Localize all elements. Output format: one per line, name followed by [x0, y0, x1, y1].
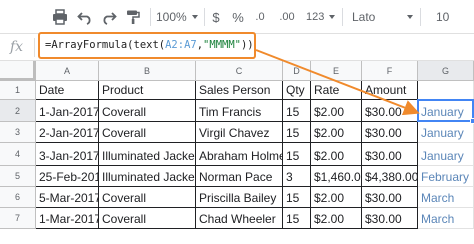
- month-result-cell[interactable]: January: [418, 122, 474, 143]
- table-cell[interactable]: 15: [283, 122, 311, 143]
- month-result-cell[interactable]: February: [418, 166, 474, 187]
- table-cell[interactable]: $30.00: [362, 208, 418, 229]
- redo-icon[interactable]: [98, 5, 120, 29]
- table-cell[interactable]: $30.00: [362, 143, 418, 166]
- select-all-corner[interactable]: [0, 61, 36, 81]
- header-cell[interactable]: Qty: [283, 81, 311, 100]
- formula-suffix: )): [240, 39, 254, 51]
- formula-prefix: =ArrayFormula(text(: [45, 39, 166, 51]
- column-header-a[interactable]: A: [36, 61, 99, 81]
- chevron-down-icon: [329, 15, 336, 19]
- table-cell[interactable]: Coverall: [99, 208, 196, 229]
- more-formats-label: 123: [306, 11, 325, 23]
- undo-icon[interactable]: [74, 5, 96, 29]
- table-cell[interactable]: Abraham Holmes: [196, 143, 283, 166]
- toolbar-divider: [420, 8, 421, 26]
- table-cell[interactable]: 3: [283, 166, 311, 187]
- column-header-d[interactable]: D: [283, 61, 311, 81]
- grid-cell[interactable]: [418, 81, 474, 100]
- row-header-4[interactable]: 4: [0, 143, 36, 166]
- table-cell[interactable]: Norman Pace: [196, 166, 283, 187]
- font-size-value: 10: [436, 10, 450, 24]
- table-cell[interactable]: Coverall: [99, 122, 196, 143]
- row-header-7[interactable]: 7: [0, 208, 36, 229]
- increase-decimal-button[interactable]: .00: [274, 5, 300, 29]
- formula-bar-divider: [34, 38, 35, 57]
- table-cell[interactable]: 15: [283, 208, 311, 229]
- month-result-cell[interactable]: January: [418, 143, 474, 166]
- toolbar-divider: [342, 8, 343, 26]
- table-cell[interactable]: 15: [283, 187, 311, 208]
- table-cell[interactable]: Illuminated Jacket: [99, 166, 196, 187]
- table-cell[interactable]: $30.00: [362, 187, 418, 208]
- percent-format-button[interactable]: %: [230, 5, 246, 29]
- header-cell[interactable]: Date: [36, 81, 99, 100]
- header-cell[interactable]: Amount: [362, 81, 418, 100]
- table-cell[interactable]: 15: [283, 143, 311, 166]
- selected-cell-outline: [417, 99, 474, 122]
- column-header-g[interactable]: G: [418, 61, 474, 81]
- table-cell[interactable]: $30.00: [362, 122, 418, 143]
- table-cell[interactable]: Tim Francis: [196, 100, 283, 122]
- row-header-5[interactable]: 5: [0, 166, 36, 187]
- table-cell[interactable]: $2.00: [311, 122, 362, 143]
- currency-format-button[interactable]: $: [208, 5, 224, 29]
- paint-format-icon[interactable]: [122, 5, 144, 29]
- table-cell[interactable]: $2.00: [311, 187, 362, 208]
- table-cell[interactable]: Coverall: [99, 187, 196, 208]
- table-cell[interactable]: $4,380.00: [362, 166, 418, 187]
- formula-range: A2:A7: [165, 39, 197, 51]
- fill-handle[interactable]: [470, 118, 474, 124]
- table-cell[interactable]: 5-Mar-2017: [36, 187, 99, 208]
- header-cell[interactable]: Rate: [311, 81, 362, 100]
- toolbar-divider: [204, 8, 205, 26]
- row-header-2[interactable]: 2: [0, 100, 36, 122]
- column-header-f[interactable]: F: [362, 61, 418, 81]
- print-icon[interactable]: [48, 5, 72, 29]
- zoom-value: 100%: [156, 10, 187, 24]
- more-formats-button[interactable]: 123: [306, 5, 340, 29]
- row-header-1[interactable]: 1: [0, 81, 36, 100]
- chevron-down-icon[interactable]: [406, 5, 414, 29]
- table-cell[interactable]: 1-Jan-2017: [36, 100, 99, 122]
- column-header-c[interactable]: C: [196, 61, 283, 81]
- table-cell[interactable]: Chad Wheeler: [196, 208, 283, 229]
- table-cell[interactable]: $2.00: [311, 208, 362, 229]
- header-cell[interactable]: Product: [99, 81, 196, 100]
- row-header-3[interactable]: 3: [0, 122, 36, 143]
- font-size-select[interactable]: 10: [436, 5, 462, 29]
- chevron-down-icon: [191, 15, 198, 19]
- function-icon: fx: [10, 39, 24, 55]
- table-cell[interactable]: $2.00: [311, 100, 362, 122]
- table-cell[interactable]: 15: [283, 100, 311, 122]
- font-family-value: Lato: [352, 10, 376, 24]
- month-result-cell[interactable]: March: [418, 208, 474, 229]
- table-cell[interactable]: Illuminated Jacket: [99, 143, 196, 166]
- row-header-6[interactable]: 6: [0, 187, 36, 208]
- decrease-decimal-button[interactable]: .0: [250, 5, 270, 29]
- header-cell[interactable]: Sales Person: [196, 81, 283, 100]
- month-result-cell[interactable]: March: [418, 187, 474, 208]
- toolbar: 100% $ % .0 .00 123 Lato 10: [0, 0, 474, 34]
- table-cell[interactable]: 1-Mar-2017: [36, 208, 99, 229]
- table-cell[interactable]: $30.00: [362, 100, 418, 122]
- toolbar-divider: [150, 8, 151, 26]
- table-cell[interactable]: 25-Feb-2017: [36, 166, 99, 187]
- zoom-select[interactable]: 100%: [156, 5, 200, 29]
- table-cell[interactable]: 2-Jan-2017: [36, 122, 99, 143]
- formula-format-string: "MMMM": [203, 39, 241, 51]
- column-header-e[interactable]: E: [311, 61, 362, 81]
- column-header-b[interactable]: B: [99, 61, 196, 81]
- table-cell[interactable]: $2.00: [311, 143, 362, 166]
- formula-input[interactable]: =ArrayFormula(text(A2:A7,"MMMM")): [45, 39, 254, 51]
- table-cell[interactable]: Priscilla Bailey: [196, 187, 283, 208]
- table-cell[interactable]: 3-Jan-2017: [36, 143, 99, 166]
- font-family-select[interactable]: Lato: [352, 5, 410, 29]
- table-cell[interactable]: Virgil Chavez: [196, 122, 283, 143]
- table-cell[interactable]: $1,460.00: [311, 166, 362, 187]
- table-cell[interactable]: Coverall: [99, 100, 196, 122]
